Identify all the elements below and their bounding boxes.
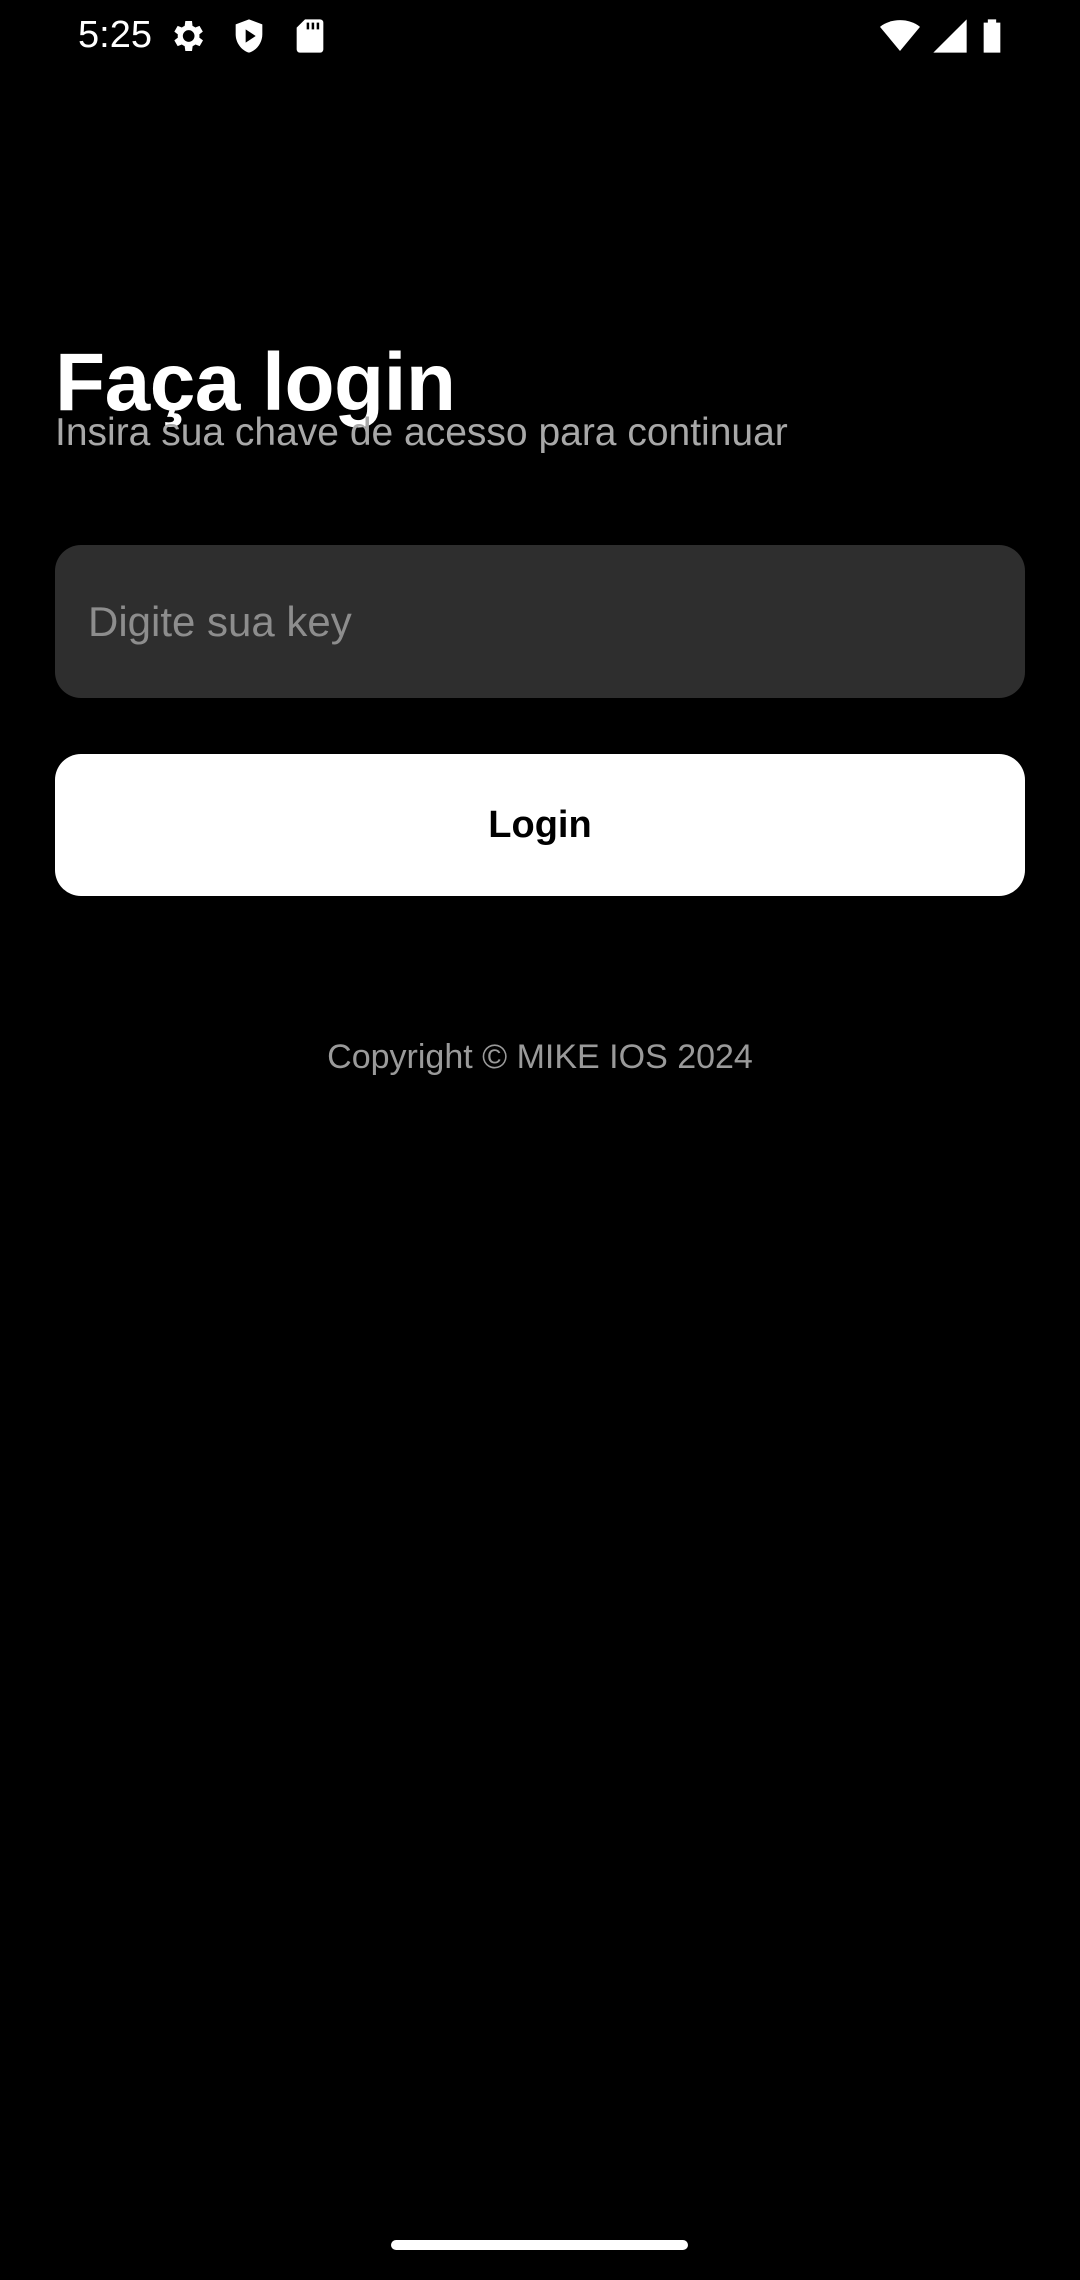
sd-card-icon	[290, 16, 330, 56]
battery-icon	[972, 16, 1012, 56]
login-button[interactable]: Login	[55, 754, 1025, 896]
key-input[interactable]	[55, 545, 1025, 698]
wifi-icon	[880, 16, 920, 56]
gear-icon	[167, 16, 207, 56]
copyright-text: Copyright © MIKE IOS 2024	[327, 1038, 753, 1076]
status-time: 5:25	[78, 14, 152, 56]
home-indicator[interactable]	[391, 2240, 688, 2250]
login-screen: 5:25 Faça login Insira sua chave de aces…	[0, 0, 1080, 2280]
page-subtitle: Insira sua chave de acesso para continua…	[55, 411, 788, 454]
signal-icon	[930, 16, 970, 56]
shield-icon	[229, 16, 269, 56]
status-bar: 5:25	[0, 0, 1080, 70]
